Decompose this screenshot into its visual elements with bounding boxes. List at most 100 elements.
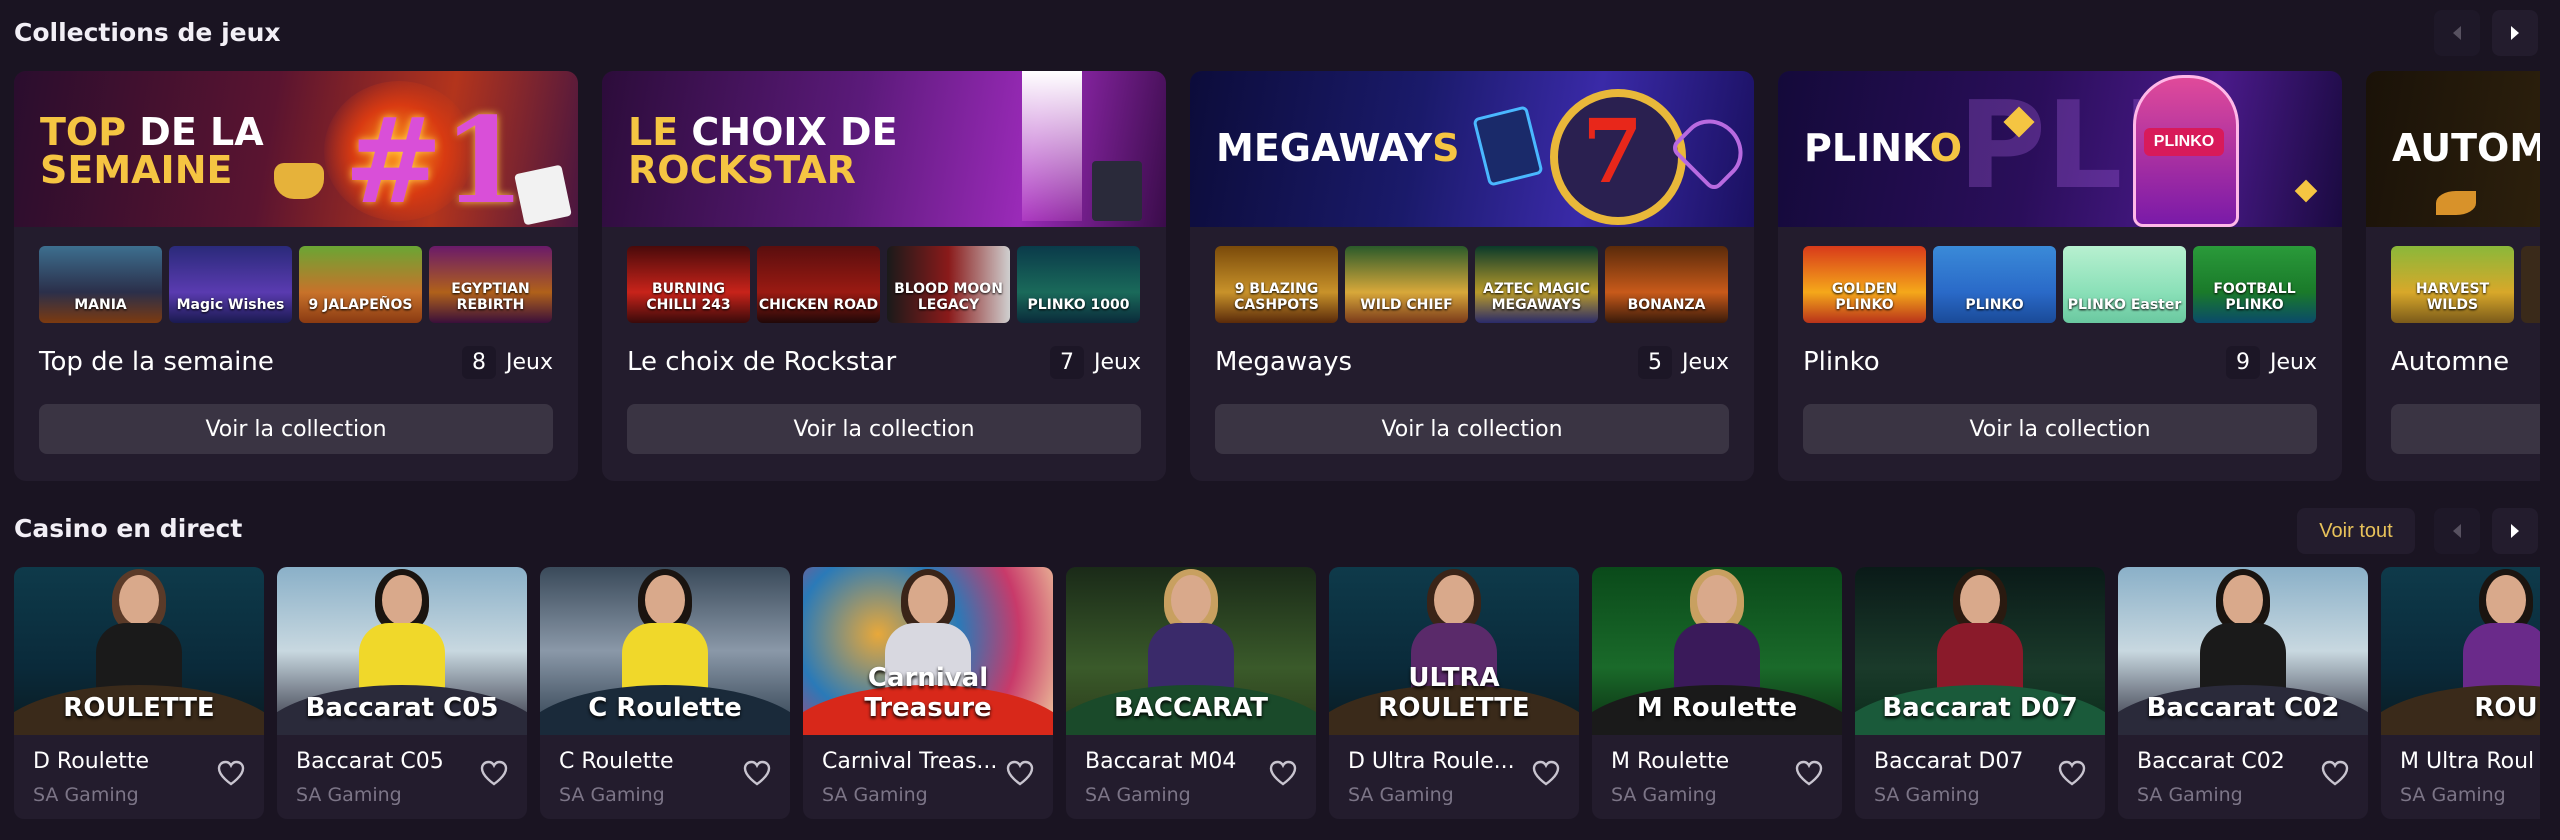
game-thumb[interactable]: MANIA — [39, 246, 162, 323]
collection-name: Plinko — [1803, 347, 1880, 377]
live-game-card[interactable]: C Roulette C Roulette SA Gaming — [540, 567, 790, 819]
game-thumb[interactable]: WILD CHIEF — [1345, 246, 1468, 323]
live-casino-title: Casino en direct — [14, 514, 243, 543]
game-logo: ROU — [2474, 693, 2538, 723]
game-provider: SA Gaming — [296, 784, 402, 806]
view-collection-button[interactable]: Voir la collection — [1215, 404, 1729, 454]
game-provider: SA Gaming — [1611, 784, 1717, 806]
heart-icon[interactable] — [2057, 759, 2087, 787]
game-provider: SA Gaming — [1348, 784, 1454, 806]
card-icon — [1472, 105, 1544, 187]
game-thumb[interactable]: EGYPTIAN REBIRTH — [429, 246, 552, 323]
live-game-card[interactable]: BACCARAT Baccarat M04 SA Gaming — [1066, 567, 1316, 819]
game-thumb[interactable]: PLINKO 1000 — [1017, 246, 1140, 323]
game-provider: SA Gaming — [822, 784, 928, 806]
view-collection-button[interactable] — [2391, 404, 2540, 454]
trophy-icon — [274, 163, 324, 199]
live-game-image[interactable]: BACCARAT — [1066, 567, 1316, 735]
dealer-head — [2486, 575, 2526, 625]
collection-banner: 7 MEGAWAYS — [1190, 71, 1754, 227]
collection-banner: #1 TOP DE LA SEMAINE — [14, 71, 578, 227]
game-thumb[interactable]: Magic Wishes — [169, 246, 292, 323]
live-game-image[interactable]: ROU — [2381, 567, 2540, 735]
game-thumb[interactable]: BONANZA — [1605, 246, 1728, 323]
game-name: Baccarat M04 — [1085, 749, 1237, 774]
live-next-button[interactable] — [2492, 508, 2538, 554]
game-logo: C Roulette — [588, 693, 742, 723]
game-name: Baccarat D07 — [1874, 749, 2024, 774]
game-provider: SA Gaming — [1085, 784, 1191, 806]
live-game-image[interactable]: ROULETTE — [14, 567, 264, 735]
live-game-image[interactable]: Carnival Treasure — [803, 567, 1053, 735]
collection-name: Automne — [2391, 347, 2510, 377]
game-thumb[interactable]: GOLDEN PLINKO — [1803, 246, 1926, 323]
chevron-right-icon — [2511, 524, 2519, 538]
heart-icon[interactable] — [479, 759, 509, 787]
collection-name: Top de la semaine — [39, 347, 274, 377]
game-name: C Roulette — [559, 749, 674, 774]
heart-icon[interactable] — [1794, 759, 1824, 787]
calendar-icon — [514, 164, 572, 226]
live-game-image[interactable]: ULTRA ROULETTE — [1329, 567, 1579, 735]
game-thumb[interactable]: AZTEC MAGIC MEGAWAYS — [1475, 246, 1598, 323]
dealer-head — [382, 575, 422, 625]
collection-card-top[interactable]: #1 TOP DE LA SEMAINE MANIA Magic Wishes … — [14, 71, 578, 481]
number-one-art: #1 — [344, 91, 525, 227]
heart-icon[interactable] — [1531, 759, 1561, 787]
live-game-image[interactable]: Baccarat C05 — [277, 567, 527, 735]
dealer-head — [1697, 575, 1737, 625]
game-logo: Baccarat D07 — [1882, 693, 2078, 723]
live-game-image[interactable]: Baccarat C02 — [2118, 567, 2368, 735]
live-game-image[interactable]: C Roulette — [540, 567, 790, 735]
live-prev-button[interactable] — [2434, 508, 2480, 554]
live-game-card[interactable]: ULTRA ROULETTE D Ultra Roule... SA Gaming — [1329, 567, 1579, 819]
game-name: Carnival Treas... — [822, 749, 998, 774]
live-game-card[interactable]: Baccarat C05 Baccarat C05 SA Gaming — [277, 567, 527, 819]
collections-next-button[interactable] — [2492, 10, 2538, 56]
dealer-head — [908, 575, 948, 625]
collection-card-rockstar[interactable]: LE CHOIX DE ROCKSTAR BURNING CHILLI 243 … — [602, 71, 1166, 481]
heart-icon[interactable] — [2320, 759, 2350, 787]
live-game-card[interactable]: Carnival Treasure Carnival Treas... SA Gam… — [803, 567, 1053, 819]
game-logo: BACCARAT — [1113, 693, 1269, 723]
game-logo: Carnival Treasure — [864, 663, 992, 723]
star-icon — [2294, 179, 2318, 203]
live-game-image[interactable]: M Roulette — [1592, 567, 1842, 735]
collection-card-automne[interactable]: AUTOM HARVEST WILDS Automne — [2366, 71, 2540, 481]
view-collection-button[interactable]: Voir la collection — [627, 404, 1141, 454]
game-thumb[interactable]: HARVEST WILDS — [2391, 246, 2514, 323]
collection-count: 9 Jeux — [2226, 343, 2317, 381]
game-thumb[interactable] — [2521, 246, 2540, 323]
game-thumb[interactable]: PLINKO Easter — [2063, 246, 2186, 323]
game-thumb[interactable]: BURNING CHILLI 243 — [627, 246, 750, 323]
view-collection-button[interactable]: Voir la collection — [1803, 404, 2317, 454]
collections-prev-button[interactable] — [2434, 10, 2480, 56]
game-thumb[interactable]: PLINKO — [1933, 246, 2056, 323]
heart-icon[interactable] — [742, 759, 772, 787]
live-game-card[interactable]: Baccarat D07 Baccarat D07 SA Gaming — [1855, 567, 2105, 819]
game-thumb[interactable]: CHICKEN ROAD — [757, 246, 880, 323]
heart-icon[interactable] — [216, 759, 246, 787]
live-game-card[interactable]: ROU M Ultra Roul SA Gaming — [2381, 567, 2540, 819]
game-thumb[interactable]: 9 JALAPEÑOS — [299, 246, 422, 323]
game-logo: ROULETTE — [63, 693, 215, 723]
collection-name: Le choix de Rockstar — [627, 347, 897, 377]
live-game-card[interactable]: ROULETTE D Roulette SA Gaming — [14, 567, 264, 819]
live-game-card[interactable]: Baccarat C02 Baccarat C02 SA Gaming — [2118, 567, 2368, 819]
live-game-card[interactable]: M Roulette M Roulette SA Gaming — [1592, 567, 1842, 819]
game-thumb[interactable]: FOOTBALL PLINKO — [2193, 246, 2316, 323]
banner-title: TOP DE LA SEMAINE — [40, 110, 264, 192]
live-game-image[interactable]: Baccarat D07 — [1855, 567, 2105, 735]
heart-icon[interactable] — [1268, 759, 1298, 787]
see-all-button[interactable]: Voir tout — [2297, 508, 2415, 554]
collection-name: Megaways — [1215, 347, 1352, 377]
game-thumb[interactable]: 9 BLAZING CASHPOTS — [1215, 246, 1338, 323]
heart-icon[interactable] — [1005, 759, 1035, 787]
collections-title: Collections de jeux — [14, 18, 281, 47]
game-provider: SA Gaming — [559, 784, 665, 806]
collection-banner: LE CHOIX DE ROCKSTAR — [602, 71, 1166, 227]
collection-card-plinko[interactable]: PLI PLINKO PLINKO GOLDEN PLINKO PLINKO P… — [1778, 71, 2342, 481]
game-thumb[interactable]: BLOOD MOON LEGACY — [887, 246, 1010, 323]
view-collection-button[interactable]: Voir la collection — [39, 404, 553, 454]
collection-card-megaways[interactable]: 7 MEGAWAYS 9 BLAZING CASHPOTS WILD CHIEF… — [1190, 71, 1754, 481]
